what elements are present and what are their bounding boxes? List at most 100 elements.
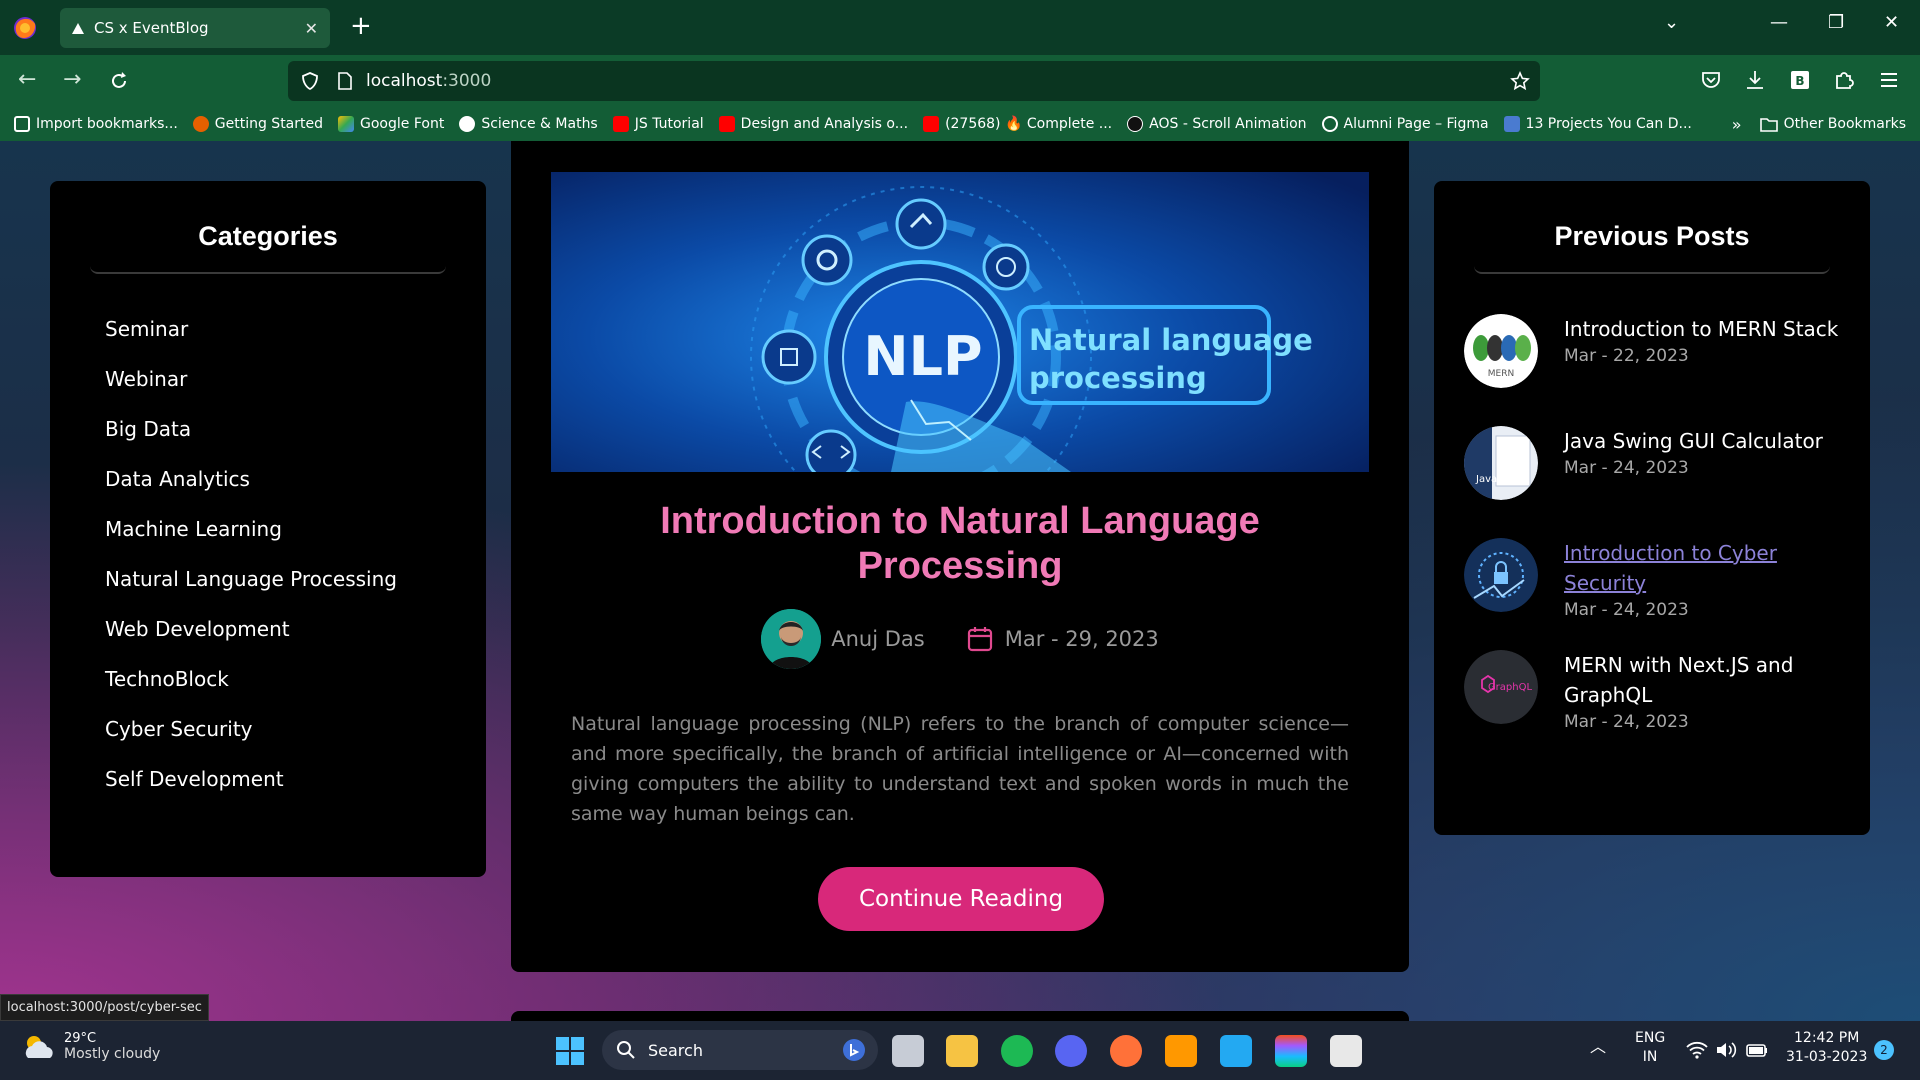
vscode-icon[interactable] (1220, 1035, 1252, 1067)
bookmark-label: Alumni Page – Figma (1343, 116, 1489, 132)
clock[interactable]: 12:42 PM 31-03-2023 (1786, 1029, 1867, 1067)
category-item[interactable]: TechnoBlock (105, 666, 486, 716)
previous-post-title[interactable]: Java Swing GUI Calculator (1564, 426, 1854, 456)
bookmark-item[interactable]: 13 Projects You Can D... (1503, 116, 1692, 132)
other-bookmarks[interactable]: Other Bookmarks (1784, 116, 1906, 132)
taskbar-search[interactable]: Search (602, 1030, 878, 1070)
cloudy-weather-icon (25, 1035, 53, 1058)
hero-caption-line-1: Natural language (1029, 323, 1313, 357)
task-view-icon[interactable] (892, 1035, 924, 1067)
bookmark-item[interactable]: AOS - Scroll Animation (1127, 116, 1307, 132)
search-icon (617, 1041, 635, 1059)
snipping-tool-icon[interactable] (1330, 1035, 1362, 1067)
previous-post-title[interactable]: Introduction to Cyber Security (1564, 538, 1854, 598)
previous-post-title[interactable]: MERN with Next.JS and GraphQL (1564, 650, 1854, 710)
search-placeholder: Search (648, 1040, 703, 1060)
bookmark-item[interactable]: Google Font (338, 116, 444, 132)
windows-start-icon[interactable] (554, 1035, 586, 1067)
youtube-icon (612, 116, 629, 132)
next-post-card (511, 1011, 1409, 1021)
restore-button[interactable]: ❐ (1828, 12, 1844, 33)
new-tab-button[interactable]: + (350, 11, 372, 41)
post-title[interactable]: Introduction to Natural Language Process… (571, 499, 1349, 589)
bookmark-label: JS Tutorial (634, 116, 704, 132)
list-tabs-chevron-icon[interactable]: ⌄ (1664, 12, 1679, 33)
youtube-icon (923, 116, 940, 132)
close-tab-icon[interactable]: ✕ (305, 19, 318, 38)
previous-post-item[interactable]: GraphQL MERN with Next.JS and GraphQL Ma… (1464, 650, 1870, 762)
browser-tab-active[interactable]: CS x EventBlog ✕ (60, 8, 330, 48)
page-info-icon[interactable] (336, 71, 354, 91)
url-port: :3000 (442, 71, 492, 91)
category-item[interactable]: Data Analytics (105, 466, 486, 516)
extension-b-icon[interactable]: B (1789, 69, 1811, 91)
bookmarks-toolbar: Import bookmarks... Getting Started Goog… (0, 107, 1920, 141)
spotify-icon[interactable] (1001, 1035, 1033, 1067)
bookmark-item[interactable]: JS Tutorial (612, 116, 704, 132)
bookmark-label: (27568) 🔥 Complete ... (945, 116, 1113, 132)
volume-icon[interactable] (1715, 1041, 1737, 1059)
download-icon[interactable] (1744, 69, 1766, 91)
graphql-thumbnail: GraphQL (1464, 650, 1538, 724)
hero-nlp-text: NLP (863, 325, 982, 388)
language-indicator[interactable]: ENG IN (1635, 1029, 1665, 1067)
notification-badge[interactable]: 2 (1874, 1040, 1894, 1060)
figma-icon[interactable] (1275, 1035, 1307, 1067)
pocket-icon[interactable] (1700, 69, 1722, 91)
bookmark-item[interactable]: Getting Started (192, 116, 324, 132)
bookmark-item[interactable]: Design and Analysis o... (718, 116, 908, 132)
battery-icon[interactable] (1745, 1041, 1769, 1059)
reload-icon[interactable] (108, 70, 130, 92)
firefox-taskbar-icon[interactable] (1110, 1035, 1142, 1067)
category-item[interactable]: Webinar (105, 366, 486, 416)
bookmark-label: Getting Started (214, 116, 324, 132)
firefox-icon (192, 116, 209, 132)
url-bar[interactable]: localhost:3000 (288, 61, 1540, 101)
post-hero-image[interactable]: NLP Natural language processing (551, 172, 1369, 472)
thumbnail-icon (1503, 116, 1520, 132)
page-background: Categories Seminar Webinar Big Data Data… (0, 141, 1920, 1021)
weather-condition: Mostly cloudy (64, 1046, 161, 1062)
category-item[interactable]: Natural Language Processing (105, 566, 486, 616)
menu-hamburger-icon[interactable] (1878, 69, 1900, 91)
category-item[interactable]: Big Data (105, 416, 486, 466)
sublime-text-icon[interactable] (1165, 1035, 1197, 1067)
more-bookmarks-chevron-icon[interactable]: » (1732, 115, 1742, 134)
discord-icon[interactable] (1055, 1035, 1087, 1067)
category-item[interactable]: Web Development (105, 616, 486, 666)
previous-post-date: Mar - 24, 2023 (1564, 600, 1689, 620)
java-calculator-thumbnail: Java (1464, 426, 1538, 500)
forward-arrow-icon[interactable]: → (63, 67, 81, 92)
firefox-icon[interactable] (12, 15, 38, 41)
category-item[interactable]: Seminar (105, 316, 486, 366)
bookmark-item[interactable]: (27568) 🔥 Complete ... (923, 116, 1112, 132)
category-item[interactable]: Machine Learning (105, 516, 486, 566)
category-item[interactable]: Cyber Security (105, 716, 486, 766)
previous-post-date: Mar - 22, 2023 (1564, 346, 1689, 366)
wifi-icon[interactable] (1686, 1041, 1708, 1059)
extensions-puzzle-icon[interactable] (1833, 69, 1855, 91)
file-explorer-icon[interactable] (946, 1035, 978, 1067)
category-item[interactable]: Self Development (105, 766, 486, 816)
previous-post-item[interactable]: MERN Introduction to MERN Stack Mar - 22… (1464, 314, 1870, 426)
bookmark-star-icon[interactable] (1510, 71, 1530, 91)
categories-list: Seminar Webinar Big Data Data Analytics … (105, 316, 486, 816)
shield-icon[interactable] (300, 71, 320, 91)
clock-date: 31-03-2023 (1786, 1049, 1868, 1065)
minimize-button[interactable]: — (1770, 12, 1788, 33)
close-window-button[interactable]: ✕ (1884, 12, 1899, 33)
bookmark-item[interactable]: Science & Maths (459, 116, 598, 132)
show-hidden-icons-chevron[interactable]: ︿ (1590, 1037, 1606, 1056)
previous-post-title[interactable]: Introduction to MERN Stack (1564, 314, 1854, 344)
bookmark-label: Google Font (360, 116, 445, 132)
bookmark-item[interactable]: Alumni Page – Figma (1321, 116, 1489, 132)
weather-widget[interactable]: 29°C Mostly cloudy (22, 1031, 160, 1062)
thumb-label: MERN (1488, 369, 1514, 379)
continue-reading-button[interactable]: Continue Reading (818, 867, 1104, 931)
browser-tab-bar: CS x EventBlog ✕ + ⌄ — ❐ ✕ (0, 0, 1920, 55)
previous-post-item[interactable]: Java Java Swing GUI Calculator Mar - 24,… (1464, 426, 1870, 538)
back-arrow-icon[interactable]: ← (18, 67, 36, 92)
import-icon (14, 116, 30, 132)
bookmark-item[interactable]: Import bookmarks... (14, 116, 178, 132)
previous-post-item[interactable]: Introduction to Cyber Security Mar - 24,… (1464, 538, 1870, 650)
